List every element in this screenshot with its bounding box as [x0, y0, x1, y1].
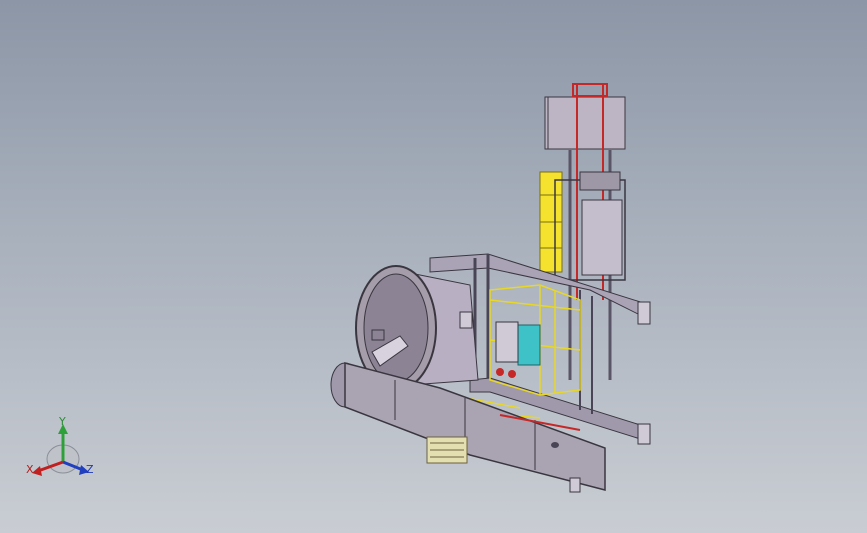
- conveyor-trough[interactable]: [330, 362, 606, 493]
- graphics-viewport[interactable]: Y X Z: [0, 0, 867, 533]
- triad-y-label: Y: [59, 415, 66, 428]
- motor-unit[interactable]: [495, 321, 541, 378]
- assembly-model-icon[interactable]: [0, 0, 867, 533]
- mast-assembly[interactable]: [539, 83, 626, 380]
- triad-x-label: X: [26, 463, 34, 476]
- triad-z-label: Z: [86, 463, 94, 476]
- view-triad[interactable]: Y X Z: [20, 412, 100, 487]
